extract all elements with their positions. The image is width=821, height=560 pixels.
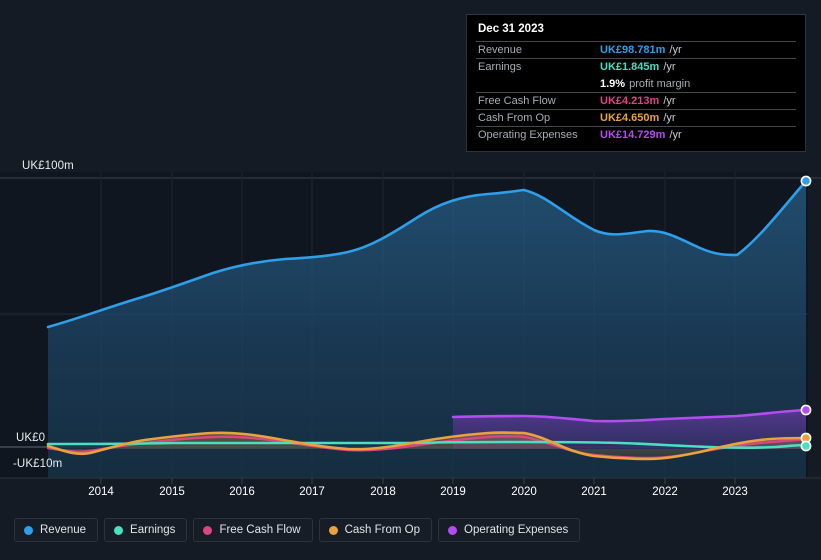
earnings-endpoint-marker <box>800 440 812 452</box>
legend-label-revenue: Revenue <box>40 524 87 536</box>
tooltip-value-revenue: UK£98.781m <box>600 44 666 56</box>
x-axis-ticks <box>100 478 736 484</box>
tooltip-label-revenue: Revenue <box>478 44 523 56</box>
legend-dot-revenue-icon <box>24 525 33 535</box>
legend-dot-free-cash-flow-icon <box>203 525 213 535</box>
tooltip-label-cash-from-op: Cash From Op <box>478 112 551 124</box>
x-axis-label-2018: 2018 <box>370 486 396 498</box>
tooltip-unit-cash-from-op: /yr <box>663 112 676 124</box>
revenue-endpoint-marker <box>800 175 812 187</box>
x-axis-label-2020: 2020 <box>511 486 537 498</box>
x-axis-label-2021: 2021 <box>581 486 607 498</box>
x-axis-label-2015: 2015 <box>159 486 185 498</box>
legend-label-earnings: Earnings <box>130 524 176 536</box>
x-axis-label-2019: 2019 <box>440 486 466 498</box>
legend-item-operating-expenses[interactable]: Operating Expenses <box>438 518 581 542</box>
chart-legend: Revenue Earnings Free Cash Flow Cash Fro… <box>14 518 581 542</box>
tooltip-row-free-cash-flow: Free Cash Flow UK£4.213m /yr <box>476 92 796 109</box>
tooltip-row-earnings: Earnings UK£1.845m /yr <box>476 58 796 75</box>
tooltip-profit-margin-value: 1.9% <box>600 77 626 90</box>
x-axis-label-2022: 2022 <box>652 486 678 498</box>
tooltip-value-earnings: UK£1.845m <box>600 61 660 73</box>
legend-item-earnings[interactable]: Earnings <box>104 518 188 542</box>
legend-label-operating-expenses: Operating Expenses <box>464 524 569 536</box>
x-axis-label-2023: 2023 <box>722 486 748 498</box>
tooltip-unit-free-cash-flow: /yr <box>663 95 676 107</box>
x-axis-label-2016: 2016 <box>229 486 255 498</box>
tooltip-label-operating-expenses: Operating Expenses <box>478 129 578 141</box>
tooltip-row-cash-from-op: Cash From Op UK£4.650m /yr <box>476 109 796 126</box>
tooltip-row-operating-expenses: Operating Expenses UK£14.729m /yr <box>476 126 796 143</box>
tooltip-row-revenue: Revenue UK£98.781m /yr <box>476 41 796 58</box>
tooltip-label-earnings: Earnings <box>478 61 522 73</box>
y-axis-label-top: UK£100m <box>22 160 74 172</box>
operating-expenses-endpoint-marker <box>800 404 812 416</box>
tooltip-unit-earnings: /yr <box>663 61 676 73</box>
chart-tooltip: Dec 31 2023 Revenue UK£98.781m /yr Earni… <box>466 14 806 152</box>
y-axis-label-zero: UK£0 <box>16 432 46 444</box>
legend-dot-earnings-icon <box>114 525 124 535</box>
legend-dot-cash-from-op-icon <box>328 525 338 535</box>
tooltip-value-free-cash-flow: UK£4.213m <box>600 95 660 107</box>
legend-label-cash-from-op: Cash From Op <box>344 524 421 536</box>
legend-item-free-cash-flow[interactable]: Free Cash Flow <box>193 518 313 542</box>
y-axis-label-bottom: -UK£10m <box>13 458 63 470</box>
tooltip-value-cash-from-op: UK£4.650m <box>600 112 660 124</box>
legend-label-free-cash-flow: Free Cash Flow <box>219 524 301 536</box>
tooltip-unit-revenue: /yr <box>669 44 682 56</box>
x-axis-label-2017: 2017 <box>299 486 325 498</box>
tooltip-unit-operating-expenses: /yr <box>669 129 682 141</box>
tooltip-date: Dec 31 2023 <box>478 23 544 35</box>
x-axis-label-2014: 2014 <box>88 486 114 498</box>
tooltip-value-operating-expenses: UK£14.729m <box>600 129 666 141</box>
tooltip-label-free-cash-flow: Free Cash Flow <box>478 95 556 107</box>
legend-item-revenue[interactable]: Revenue <box>14 518 99 542</box>
tooltip-profit-margin-label: profit margin <box>629 77 691 90</box>
legend-item-cash-from-op[interactable]: Cash From Op <box>318 518 433 542</box>
tooltip-row-profit-margin: 1.9% profit margin <box>476 75 796 92</box>
legend-dot-operating-expenses-icon <box>448 525 458 535</box>
financial-chart-screenshot: UK£100m UK£0 -UK£10m 2014 2015 2016 2017… <box>0 0 821 560</box>
